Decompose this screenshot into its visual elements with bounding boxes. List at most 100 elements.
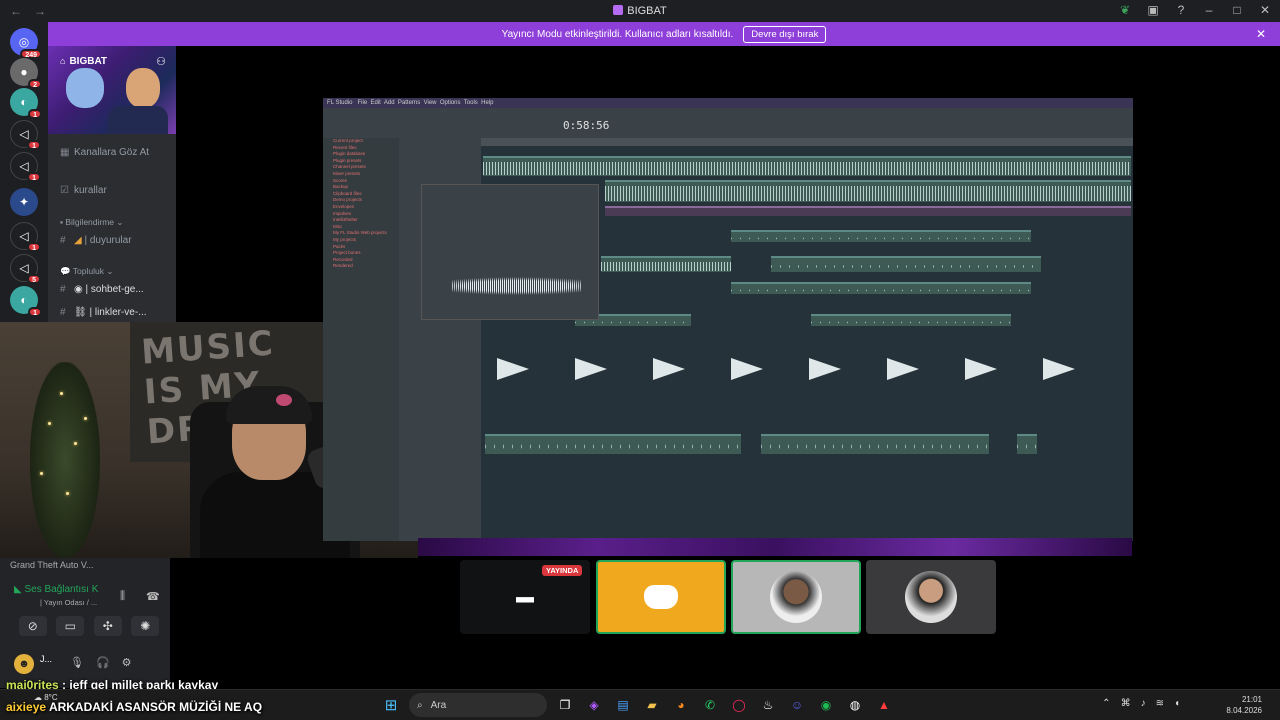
- minimize-icon[interactable]: –: [1202, 3, 1216, 17]
- volume-icon[interactable]: ◖: [1174, 698, 1180, 709]
- channel-announcements[interactable]: # ◢ | duyurular: [60, 235, 132, 246]
- server-icon-2[interactable]: ◐ 1: [10, 88, 42, 119]
- obs-icon[interactable]: ◍: [844, 694, 866, 716]
- windows-start-icon[interactable]: ⊞: [380, 694, 402, 716]
- soundboard-icon[interactable]: ✺: [131, 616, 160, 636]
- unread-badge: 1: [28, 307, 42, 317]
- daw-ruler: [481, 138, 1133, 146]
- channel-settings-window[interactable]: [421, 184, 599, 320]
- stream-bottom-strip: [418, 538, 1132, 556]
- participant-tile-discord[interactable]: [596, 560, 726, 634]
- chevron-up-icon[interactable]: ⌃: [1102, 698, 1110, 709]
- tree-light: [48, 422, 51, 425]
- browser-item: Misc: [333, 223, 343, 229]
- voice-status: ◣ Ses Bağlantısı K: [14, 584, 99, 595]
- acrobat-icon[interactable]: ▲: [873, 694, 895, 716]
- server-name[interactable]: BIGBAT: [60, 56, 107, 67]
- server-icon-1[interactable]: ● 2: [10, 58, 42, 89]
- browser-item: Project bones: [333, 250, 361, 256]
- network-icon[interactable]: ⌘: [1121, 698, 1131, 709]
- channel-links[interactable]: # ⛓ | linkler-ve-...: [60, 307, 147, 318]
- disable-streamer-mode-button[interactable]: Devre dışı bırak: [743, 25, 827, 43]
- category-community[interactable]: 💬 Topluluk ⌄: [60, 266, 113, 277]
- store-icon[interactable]: ▤: [612, 694, 634, 716]
- copilot-icon[interactable]: ◈: [583, 694, 605, 716]
- close-banner-icon[interactable]: ✕: [1256, 27, 1266, 41]
- task-view-icon[interactable]: ❐: [554, 694, 576, 716]
- screen-share-icon[interactable]: ▭: [56, 616, 85, 636]
- help-icon[interactable]: ?: [1174, 3, 1188, 17]
- waveform: [761, 440, 989, 453]
- channel-rules[interactable]: ☑ kurallar: [60, 185, 107, 196]
- audio-clip: [761, 434, 989, 454]
- headphones-icon[interactable]: 🎧: [96, 656, 110, 669]
- streamer-beanie: [226, 386, 312, 424]
- sample-waveform: [452, 277, 582, 295]
- opera-gx-icon[interactable]: ◯: [728, 694, 750, 716]
- browser-item: Clipboard files: [333, 190, 362, 196]
- close-window-icon[interactable]: ✕: [1258, 3, 1272, 17]
- christmas-tree: [30, 362, 100, 558]
- grid-icon: ▦: [60, 147, 70, 158]
- hash-icon: #: [60, 307, 66, 318]
- browser-item: Recorded: [333, 256, 353, 262]
- activities-icon[interactable]: ✣: [93, 616, 122, 636]
- maximize-icon[interactable]: □: [1230, 3, 1244, 17]
- server-logo-icon: [613, 5, 624, 15]
- daw-toolbar: 0:58:56: [323, 108, 1133, 138]
- tree-light: [60, 392, 63, 395]
- file-explorer-icon[interactable]: ▰: [641, 694, 663, 716]
- server-rail: ◎ 249 ● 2 ◐ 1 ◁ 1 ◁ 1 ✦ ◁ 1 ◁ 5 ◐ 1: [0, 22, 48, 322]
- whatsapp-icon[interactable]: ✆: [699, 694, 721, 716]
- discord-icon[interactable]: ☺: [786, 694, 808, 716]
- home-dm-button[interactable]: ◎ 249: [10, 28, 42, 59]
- server-icon-7[interactable]: ◁ 5: [10, 254, 41, 284]
- channel-sidebar: BIGBAT ⚇ ▦Kanallara Göz At ☑kurallar ▪ B…: [48, 46, 176, 322]
- avatar[interactable]: ☻: [14, 654, 34, 674]
- server-banner[interactable]: BIGBAT ⚇: [48, 46, 176, 134]
- waveform: [485, 440, 741, 453]
- browser-item: Recent files: [333, 144, 357, 150]
- server-icon-4[interactable]: ◁ 1: [10, 152, 41, 182]
- mic-icon[interactable]: 🎙: [70, 656, 84, 669]
- browser-item: Backup: [333, 184, 349, 190]
- nitro-icon[interactable]: ❦: [1118, 3, 1132, 17]
- channel-chat[interactable]: # ◉ | sohbet-ge...: [60, 284, 144, 295]
- browse-channels-item[interactable]: ▦ Kanallara Göz At: [60, 147, 149, 158]
- spotify-icon[interactable]: ◉: [815, 694, 837, 716]
- monitor-icon: ▬: [516, 586, 534, 607]
- taskbar-clock[interactable]: 21:01 8.04.2026: [1226, 694, 1262, 716]
- window-controls: ❦ ▣ ? – □ ✕: [1118, 3, 1272, 17]
- banner-art: [66, 68, 104, 108]
- chat-user: aixieye: [6, 700, 47, 714]
- waveform: [605, 186, 1131, 201]
- settings-gear-icon[interactable]: ⚙: [122, 656, 132, 669]
- wifi-icon[interactable]: ≋: [1156, 698, 1164, 709]
- disconnect-icon[interactable]: ☎: [146, 590, 160, 603]
- daw-menubar: FL Studio File Edit Add Patterns View Op…: [323, 98, 1133, 108]
- firefox-icon[interactable]: ◕: [670, 694, 692, 716]
- steam-icon[interactable]: ♨: [757, 694, 779, 716]
- server-icon-6[interactable]: ◁ 1: [10, 222, 41, 252]
- mic-tray-icon[interactable]: ♪: [1141, 698, 1146, 709]
- participant-tile-user-2[interactable]: [866, 560, 996, 634]
- category-info[interactable]: ▪ Bilgilendirme ⌄: [60, 217, 124, 228]
- screen: ← → BIGBAT ❦ ▣ ? – □ ✕ Yayıncı Modu etki…: [0, 0, 1280, 720]
- banner-art: [108, 106, 168, 134]
- voice-channel[interactable]: | Yayın Odası / ...: [40, 598, 97, 607]
- taskbar-search[interactable]: ⌕ Ara: [409, 693, 547, 717]
- screen-share-daw[interactable]: FL Studio File Edit Add Patterns View Op…: [323, 98, 1133, 541]
- banner-message: Yayıncı Modu etkinleştirildi. Kullanıcı …: [501, 28, 734, 40]
- noise-suppression-icon[interactable]: ⫼: [120, 590, 125, 603]
- megaphone-icon: ◢: [74, 235, 85, 246]
- participant-tile-user[interactable]: [731, 560, 861, 634]
- waveform: [483, 162, 1131, 175]
- camera-off-icon[interactable]: ⊘: [18, 616, 47, 636]
- invite-icon[interactable]: ⚇: [156, 55, 166, 68]
- server-icon-8[interactable]: ◐ 1: [10, 286, 42, 317]
- chat-text: ARKADAKİ ASANSÖR MÜZİĞİ NE AQ: [48, 700, 263, 714]
- server-icon-3[interactable]: ◁ 1: [10, 120, 41, 150]
- server-icon-5[interactable]: ✦: [10, 188, 38, 216]
- kick-clip: [497, 358, 529, 380]
- inbox-icon[interactable]: ▣: [1146, 3, 1160, 17]
